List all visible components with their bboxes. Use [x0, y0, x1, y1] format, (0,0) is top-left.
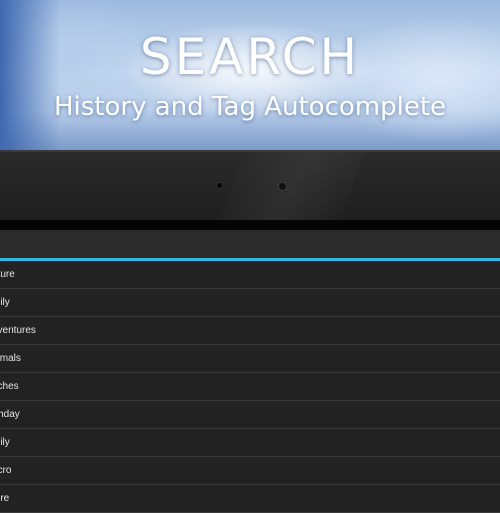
suggestion-label: aches: [0, 381, 19, 392]
suggestion-item[interactable]: aches: [0, 373, 500, 401]
suggestion-label: mily: [0, 297, 10, 308]
search-input[interactable]: [0, 230, 500, 261]
status-bar: [0, 220, 500, 230]
suggestion-item[interactable]: ture: [0, 485, 500, 513]
suggestion-item[interactable]: ature: [0, 261, 500, 289]
suggestion-item[interactable]: nimals: [0, 345, 500, 373]
suggestion-item[interactable]: mily: [0, 429, 500, 457]
suggestion-item[interactable]: rthday: [0, 401, 500, 429]
suggestion-item[interactable]: dventures: [0, 317, 500, 345]
sensor-dot: [217, 183, 222, 188]
suggestion-item[interactable]: mily: [0, 289, 500, 317]
tablet-device: ature mily dventures nimals aches rthday…: [0, 150, 500, 513]
suggestion-label: mily: [0, 437, 10, 448]
tablet-screen: ature mily dventures nimals aches rthday…: [0, 220, 500, 513]
suggestion-label: ture: [0, 493, 10, 504]
suggestion-label: acro: [0, 465, 12, 476]
tablet-bezel: [0, 152, 500, 220]
camera-icon: [279, 183, 286, 190]
promo-subtitle: History and Tag Autocomplete: [53, 92, 447, 122]
suggestion-list: ature mily dventures nimals aches rthday…: [0, 261, 500, 513]
suggestion-label: nimals: [0, 353, 21, 364]
promo-title: SEARCH: [139, 28, 361, 86]
suggestion-label: ature: [0, 269, 15, 280]
suggestion-label: dventures: [0, 325, 36, 336]
suggestion-label: rthday: [0, 409, 20, 420]
suggestion-item[interactable]: acro: [0, 457, 500, 485]
